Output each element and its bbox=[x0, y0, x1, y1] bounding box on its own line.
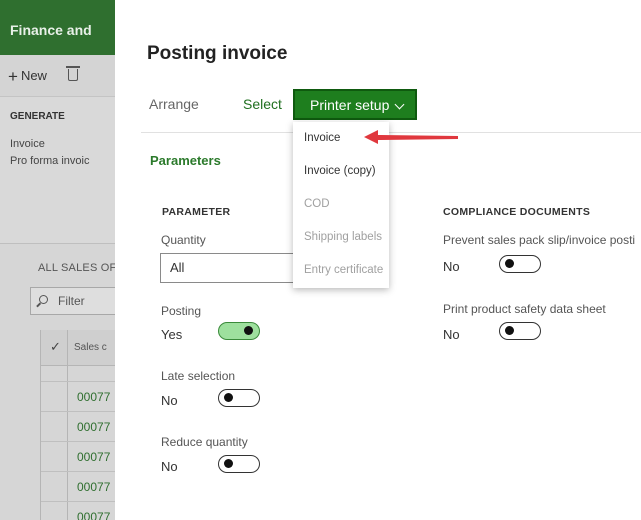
sales-order-id[interactable]: 00077 bbox=[77, 420, 110, 434]
prevent-posting-toggle[interactable] bbox=[499, 255, 541, 273]
reduce-quantity-value: No bbox=[161, 459, 178, 474]
new-button[interactable]: + New bbox=[8, 67, 47, 87]
table-row[interactable]: 00077 bbox=[41, 382, 115, 412]
compliance-group-heading: COMPLIANCE DOCUMENTS bbox=[443, 206, 591, 218]
invoice-link[interactable]: Invoice bbox=[10, 138, 45, 150]
plus-icon: + bbox=[8, 67, 18, 86]
menu-item-label: COD bbox=[304, 198, 330, 210]
grid-header-row: ✓ Sales c bbox=[41, 330, 115, 366]
table-row[interactable]: 00077 bbox=[41, 412, 115, 442]
quantity-select-value: All bbox=[170, 260, 185, 275]
app-header: Finance and bbox=[0, 0, 115, 55]
table-row[interactable] bbox=[41, 366, 115, 382]
toggle-knob bbox=[244, 326, 253, 335]
search-icon bbox=[39, 295, 48, 304]
background-toolbar: + New bbox=[0, 55, 115, 97]
arrow-shape bbox=[364, 130, 458, 144]
posting-label: Posting bbox=[161, 304, 202, 318]
filter-placeholder: Filter bbox=[58, 294, 85, 308]
new-button-label: New bbox=[20, 68, 47, 83]
printer-setup-label: Printer setup bbox=[310, 97, 390, 113]
menu-item-cod: COD bbox=[293, 188, 389, 221]
table-row[interactable]: 00077 bbox=[41, 472, 115, 502]
generate-group-title: GENERATE bbox=[10, 111, 65, 122]
app-title: Finance and bbox=[10, 22, 92, 38]
reduce-quantity-toggle[interactable] bbox=[218, 455, 260, 473]
sales-order-id[interactable]: 00077 bbox=[77, 510, 110, 520]
table-row[interactable]: 00077 bbox=[41, 442, 115, 472]
posting-value: Yes bbox=[161, 327, 183, 342]
reduce-quantity-label: Reduce quantity bbox=[161, 435, 248, 449]
filter-input[interactable]: Filter bbox=[30, 287, 115, 315]
posting-toggle[interactable] bbox=[218, 322, 260, 340]
quantity-label: Quantity bbox=[161, 233, 206, 247]
select-button[interactable]: Select bbox=[243, 96, 282, 112]
action-pane: GENERATE Invoice Pro forma invoic bbox=[0, 97, 115, 244]
toggle-knob bbox=[505, 326, 514, 335]
parameters-section-title[interactable]: Parameters bbox=[150, 153, 221, 168]
menu-item-shipping-labels: Shipping labels bbox=[293, 221, 389, 254]
menu-item-invoice-copy[interactable]: Invoice (copy) bbox=[293, 155, 389, 188]
sales-order-id[interactable]: 00077 bbox=[77, 480, 110, 494]
sales-orders-grid: ✓ Sales c 00077 00077 00077 00077 00077 bbox=[40, 330, 115, 520]
late-selection-value: No bbox=[161, 393, 178, 408]
sales-order-id[interactable]: 00077 bbox=[77, 450, 110, 464]
grid-title: ALL SALES OF bbox=[38, 262, 115, 274]
prevent-posting-label: Prevent sales pack slip/invoice posti bbox=[443, 233, 636, 247]
dialog-title: Posting invoice bbox=[147, 43, 288, 64]
background-page: Finance and + New GENERATE Invoice Pro fo… bbox=[0, 0, 115, 520]
prevent-posting-value: No bbox=[443, 259, 460, 274]
menu-item-label: Invoice (copy) bbox=[304, 165, 376, 177]
toggle-knob bbox=[224, 393, 233, 402]
menu-item-entry-certificate: Entry certificate bbox=[293, 254, 389, 287]
select-all-checkmark-icon[interactable]: ✓ bbox=[50, 339, 61, 355]
trash-icon[interactable] bbox=[66, 66, 80, 81]
safety-data-sheet-label: Print product safety data sheet bbox=[443, 302, 606, 316]
sales-order-column-header[interactable]: Sales c bbox=[74, 342, 107, 353]
late-selection-label: Late selection bbox=[161, 369, 236, 383]
menu-item-label: Shipping labels bbox=[304, 231, 383, 243]
toggle-knob bbox=[505, 259, 514, 268]
menu-item-label: Invoice bbox=[304, 132, 341, 144]
annotation-arrow-icon bbox=[364, 130, 458, 144]
safety-data-sheet-value: No bbox=[443, 327, 460, 342]
safety-data-sheet-toggle[interactable] bbox=[499, 322, 541, 340]
late-selection-toggle[interactable] bbox=[218, 389, 260, 407]
printer-setup-button[interactable]: Printer setup bbox=[293, 89, 417, 120]
menu-item-label: Entry certificate bbox=[304, 264, 384, 276]
parameter-group-heading: PARAMETER bbox=[162, 206, 231, 218]
chevron-down-icon bbox=[394, 99, 405, 110]
pro-forma-invoice-link[interactable]: Pro forma invoic bbox=[10, 155, 89, 167]
quantity-select[interactable]: All bbox=[160, 253, 300, 283]
toggle-knob bbox=[224, 459, 233, 468]
table-row[interactable]: 00077 bbox=[41, 502, 115, 520]
sales-order-id[interactable]: 00077 bbox=[77, 390, 110, 404]
arrange-button[interactable]: Arrange bbox=[149, 96, 199, 112]
